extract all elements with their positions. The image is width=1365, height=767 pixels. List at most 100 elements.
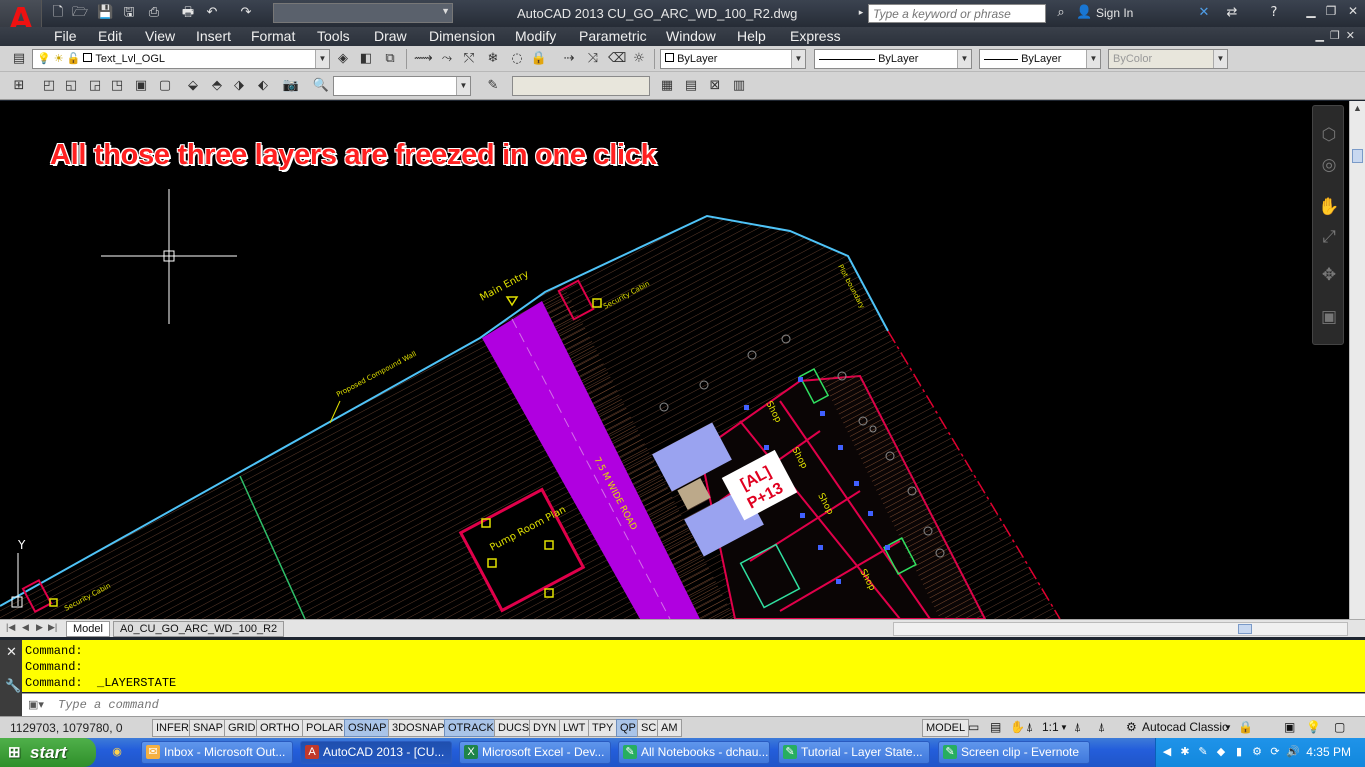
scroll-thumb[interactable] [1238,624,1252,634]
print-icon[interactable]: 🖶 [180,5,196,21]
annotation-visibility-icon[interactable]: ⍋ [1074,719,1081,737]
quick-view-drawings-icon[interactable]: ▤ [990,719,1001,737]
show-hidden-icons-icon[interactable]: ◀ [1160,745,1174,759]
search-box[interactable] [868,4,1046,23]
chevron-down-icon[interactable]: ▼ [1060,719,1068,737]
steering-wheel-icon[interactable]: ◎ [1318,154,1340,176]
named-views-icon[interactable]: ⊞ [10,77,28,95]
toggle-ortho[interactable]: ORTHO [256,719,304,737]
navigation-bar[interactable]: ⬡ ◎ ✋ ⤢ ✥ ▣ [1312,105,1344,345]
evernote-tray-icon[interactable]: ✎ [1196,745,1210,759]
layer-freeze-icon[interactable]: ❄ [484,50,502,68]
save-icon[interactable]: 💾 [97,5,113,21]
layer-dropdown[interactable]: 💡 ☀ 🔓 Text_Lvl_OGL ▼ [32,49,330,69]
task-evernote-notebooks[interactable]: ✎ All Notebooks - dchau... [618,741,770,764]
menu-edit[interactable]: Edit [98,28,122,44]
showmotion-icon[interactable]: ▣ [1318,306,1340,328]
menu-file[interactable]: File [54,28,77,44]
toggle-osnap[interactable]: OSNAP [344,719,391,737]
make-current-layer-icon[interactable]: ◈ [334,50,352,68]
user-icon[interactable]: 👤 [1076,5,1092,21]
back-view-icon[interactable]: ▢ [156,77,174,95]
redo-icon[interactable]: ↷ [238,5,254,21]
lineweight-dropdown[interactable]: ByLayer ▼ [979,49,1101,69]
menu-insert[interactable]: Insert [196,28,231,44]
camera-icon[interactable]: 📷 [282,77,300,95]
lock-icon[interactable]: 🔒 [1238,719,1253,737]
start-button[interactable]: ⊞ start [0,738,96,767]
drawing-window-controls[interactable]: ▁❐✕ [1315,29,1361,42]
menu-help[interactable]: Help [737,28,766,44]
viewcube-icon[interactable]: ⬡ [1318,124,1340,146]
table-delete-icon[interactable]: ⊠ [706,77,724,95]
left-view-icon[interactable]: ◲ [86,77,104,95]
menu-express[interactable]: Express [790,28,841,44]
plot-icon[interactable]: ⎙ [146,5,162,21]
undo-icon[interactable]: ↶ [204,5,220,21]
zoom-extents-icon[interactable]: ⤢ [1318,226,1340,248]
volume-icon[interactable]: 🔊 [1286,745,1300,759]
scroll-up-icon[interactable]: ▲ [1353,103,1362,113]
table-insert-icon[interactable]: ▦ [658,77,676,95]
search-input[interactable] [869,5,1045,22]
isolate-objects-icon[interactable]: 💡 [1306,719,1321,737]
menu-format[interactable]: Format [251,28,295,44]
toggle-otrack[interactable]: OTRACK [444,719,498,737]
toggle-ducs[interactable]: DUCS [494,719,534,737]
color-dropdown[interactable]: ByLayer ▼ [660,49,806,69]
toggle-tpy[interactable]: TPY [588,719,618,737]
autodesk-360-icon[interactable]: ⇄ [1224,5,1240,21]
new-file-icon[interactable]: 🗋 [50,5,66,21]
linetype-dropdown[interactable]: ByLayer ▼ [814,49,972,69]
sync-icon[interactable]: ⟳ [1268,745,1282,759]
layer-uniso-icon[interactable]: ⤲ [460,50,478,68]
close-icon[interactable]: ✕ [6,644,17,660]
next-tab-icon[interactable]: ▶ [36,622,43,633]
layer-previous-icon[interactable]: ◧ [357,50,375,68]
auto-scale-icon[interactable]: ⍋ [1098,719,1105,737]
sw-iso-icon[interactable]: ⬙ [184,77,202,95]
layer-delete-icon[interactable]: ⌫ [608,50,626,68]
task-excel[interactable]: X Microsoft Excel - Dev... [459,741,611,764]
chrome-icon[interactable]: ◉ [110,745,124,759]
command-prompt-icon[interactable]: ▣▾ [28,698,44,711]
search-expand-icon[interactable]: ▸ [853,5,869,21]
hardware-acceleration-icon[interactable]: ▣ [1284,719,1295,737]
toggle-snap[interactable]: SNAP [189,719,227,737]
toggle-polar[interactable]: POLAR [302,719,348,737]
menu-tools[interactable]: Tools [317,28,350,44]
tab-model[interactable]: Model [66,621,110,637]
task-evernote-tutorial[interactable]: ✎ Tutorial - Layer State... [778,741,930,764]
vertical-scrollbar[interactable]: ▲ [1349,101,1365,619]
maximize-button[interactable]: ❐ [1322,4,1340,18]
menu-draw[interactable]: Draw [374,28,407,44]
layer-off-icon[interactable]: ◌ [508,50,526,68]
task-evernote-clip[interactable]: ✎ Screen clip - Evernote [938,741,1090,764]
toggle-infer[interactable]: INFER [152,719,193,737]
last-tab-icon[interactable]: ▶| [48,622,57,633]
task-outlook[interactable]: ✉ Inbox - Microsoft Out... [141,741,293,764]
layer-iso-icon[interactable]: ⤳ [438,50,456,68]
toggle-3dosnap[interactable]: 3DOSNAP [388,719,449,737]
drawing-area[interactable]: Main Entry Security Cabin Proposed Compo… [0,101,1349,619]
menu-modify[interactable]: Modify [515,28,556,44]
sign-in-link[interactable]: Sign In [1096,6,1133,20]
chevron-down-icon[interactable]: ▼ [1224,719,1232,737]
clean-screen-icon[interactable]: ▢ [1334,719,1345,737]
prev-tab-icon[interactable]: ◀ [22,622,29,633]
toggle-am[interactable]: AM [657,719,682,737]
scroll-thumb[interactable] [1352,149,1363,163]
ne-iso-icon[interactable]: ⬗ [230,77,248,95]
toggle-dyn[interactable]: DYN [529,719,561,737]
task-autocad[interactable]: A AutoCAD 2013 - [CU... [300,741,452,764]
right-view-icon[interactable]: ◳ [108,77,126,95]
open-file-icon[interactable]: 🗁 [72,5,88,21]
front-view-icon[interactable]: ▣ [132,77,150,95]
layer-merge-icon[interactable]: ⤨ [584,50,602,68]
layer-states-icon[interactable]: ⧉ [381,50,399,68]
menu-view[interactable]: View [145,28,175,44]
layer-properties-icon[interactable]: ▤ [10,50,28,68]
orbit-icon[interactable]: ✥ [1318,264,1340,286]
toggle-lwt[interactable]: LWT [559,719,590,737]
workspace-switch[interactable]: Autocad Classic [1142,719,1228,737]
